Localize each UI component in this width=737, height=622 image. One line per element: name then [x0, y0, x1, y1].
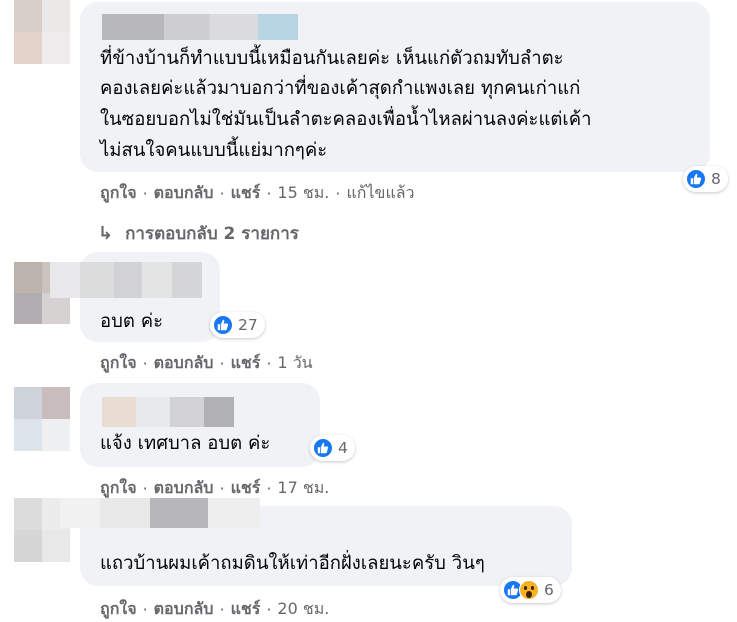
separator: ·	[142, 600, 148, 619]
reaction-count: 8	[711, 170, 721, 188]
separator: ·	[219, 184, 225, 203]
share-button[interactable]: แชร์	[231, 181, 261, 206]
comment-actions: ถูกใจ · ตอบกลับ · แชร์ · 1 วัน	[100, 351, 313, 376]
separator: ·	[219, 600, 225, 619]
timestamp[interactable]: 15 ชม.	[277, 181, 329, 206]
reply-arrow-icon: ↳	[98, 223, 114, 244]
separator: ·	[219, 354, 225, 373]
commenter-name[interactable]	[102, 14, 298, 40]
like-icon	[686, 169, 706, 189]
reaction-count: 27	[238, 316, 258, 334]
separator: ·	[266, 479, 272, 498]
comment-text: อบต ค่ะ	[100, 311, 164, 332]
comment-text-line: คองเลยค่ะแล้วมาบอกว่าที่ของเค้าสุดกำแพงเ…	[100, 78, 581, 99]
reply-button[interactable]: ตอบกลับ	[154, 597, 214, 622]
reaction-count: 6	[544, 581, 554, 599]
separator: ·	[266, 600, 272, 619]
comment-text: แถวบ้านผมเค้าถมดินให้เท่าอีกฝั่งเลยนะครั…	[100, 553, 485, 574]
comment-text-line: ในซอยบอกไม่ใช่มันเป็นลำตะคลองเพื่อน้ำไหล…	[100, 109, 592, 130]
like-icon	[313, 438, 333, 458]
reaction-summary[interactable]: 4	[310, 435, 355, 461]
view-replies-link[interactable]: ↳ การตอบกลับ 2 รายการ	[98, 220, 299, 247]
reply-button[interactable]: ตอบกลับ	[154, 181, 214, 206]
commenter-name[interactable]	[60, 498, 260, 528]
commenter-name[interactable]	[50, 262, 202, 298]
separator: ·	[266, 354, 272, 373]
separator: ·	[142, 354, 148, 373]
like-button[interactable]: ถูกใจ	[100, 597, 137, 622]
separator: ·	[219, 479, 225, 498]
reaction-summary[interactable]: 8	[683, 166, 728, 192]
like-button[interactable]: ถูกใจ	[100, 181, 137, 206]
avatar[interactable]	[14, 0, 70, 64]
edited-label: แก้ไขแล้ว	[346, 183, 415, 202]
reaction-count: 4	[338, 439, 348, 457]
separator: ·	[142, 184, 148, 203]
like-icon	[213, 315, 233, 335]
separator: ·	[335, 184, 341, 203]
comment-text-line: ที่ข้างบ้านก็ทำแบบนี้เหมือนกันเลยค่ะ เห็…	[100, 48, 564, 69]
reply-button[interactable]: ตอบกลับ	[154, 351, 214, 376]
comment-actions: ถูกใจ · ตอบกลับ · แชร์ · 20 ชม.	[100, 597, 329, 622]
comment-text-line: ไม่สนใจคนแบบนี้แย่มากๆค่ะ	[100, 140, 328, 161]
share-button[interactable]: แชร์	[231, 597, 261, 622]
comment-text: แจ้ง เทศบาล อบต ค่ะ	[100, 433, 271, 454]
wow-icon	[519, 580, 539, 600]
timestamp[interactable]: 20 ชม.	[277, 597, 329, 622]
separator: ·	[142, 479, 148, 498]
reaction-summary[interactable]: 6	[500, 577, 561, 603]
timestamp[interactable]: 17 ชม.	[277, 476, 329, 501]
commenter-name[interactable]	[102, 397, 254, 427]
separator: ·	[266, 184, 272, 203]
like-button[interactable]: ถูกใจ	[100, 351, 137, 376]
avatar[interactable]	[14, 387, 70, 451]
comment-actions: ถูกใจ · ตอบกลับ · แชร์ · 15 ชม. · แก้ไขแ…	[100, 181, 415, 206]
replies-count-label: การตอบกลับ 2 รายการ	[125, 224, 299, 244]
reaction-summary[interactable]: 27	[210, 312, 265, 338]
timestamp[interactable]: 1 วัน	[277, 351, 312, 376]
share-button[interactable]: แชร์	[231, 351, 261, 376]
